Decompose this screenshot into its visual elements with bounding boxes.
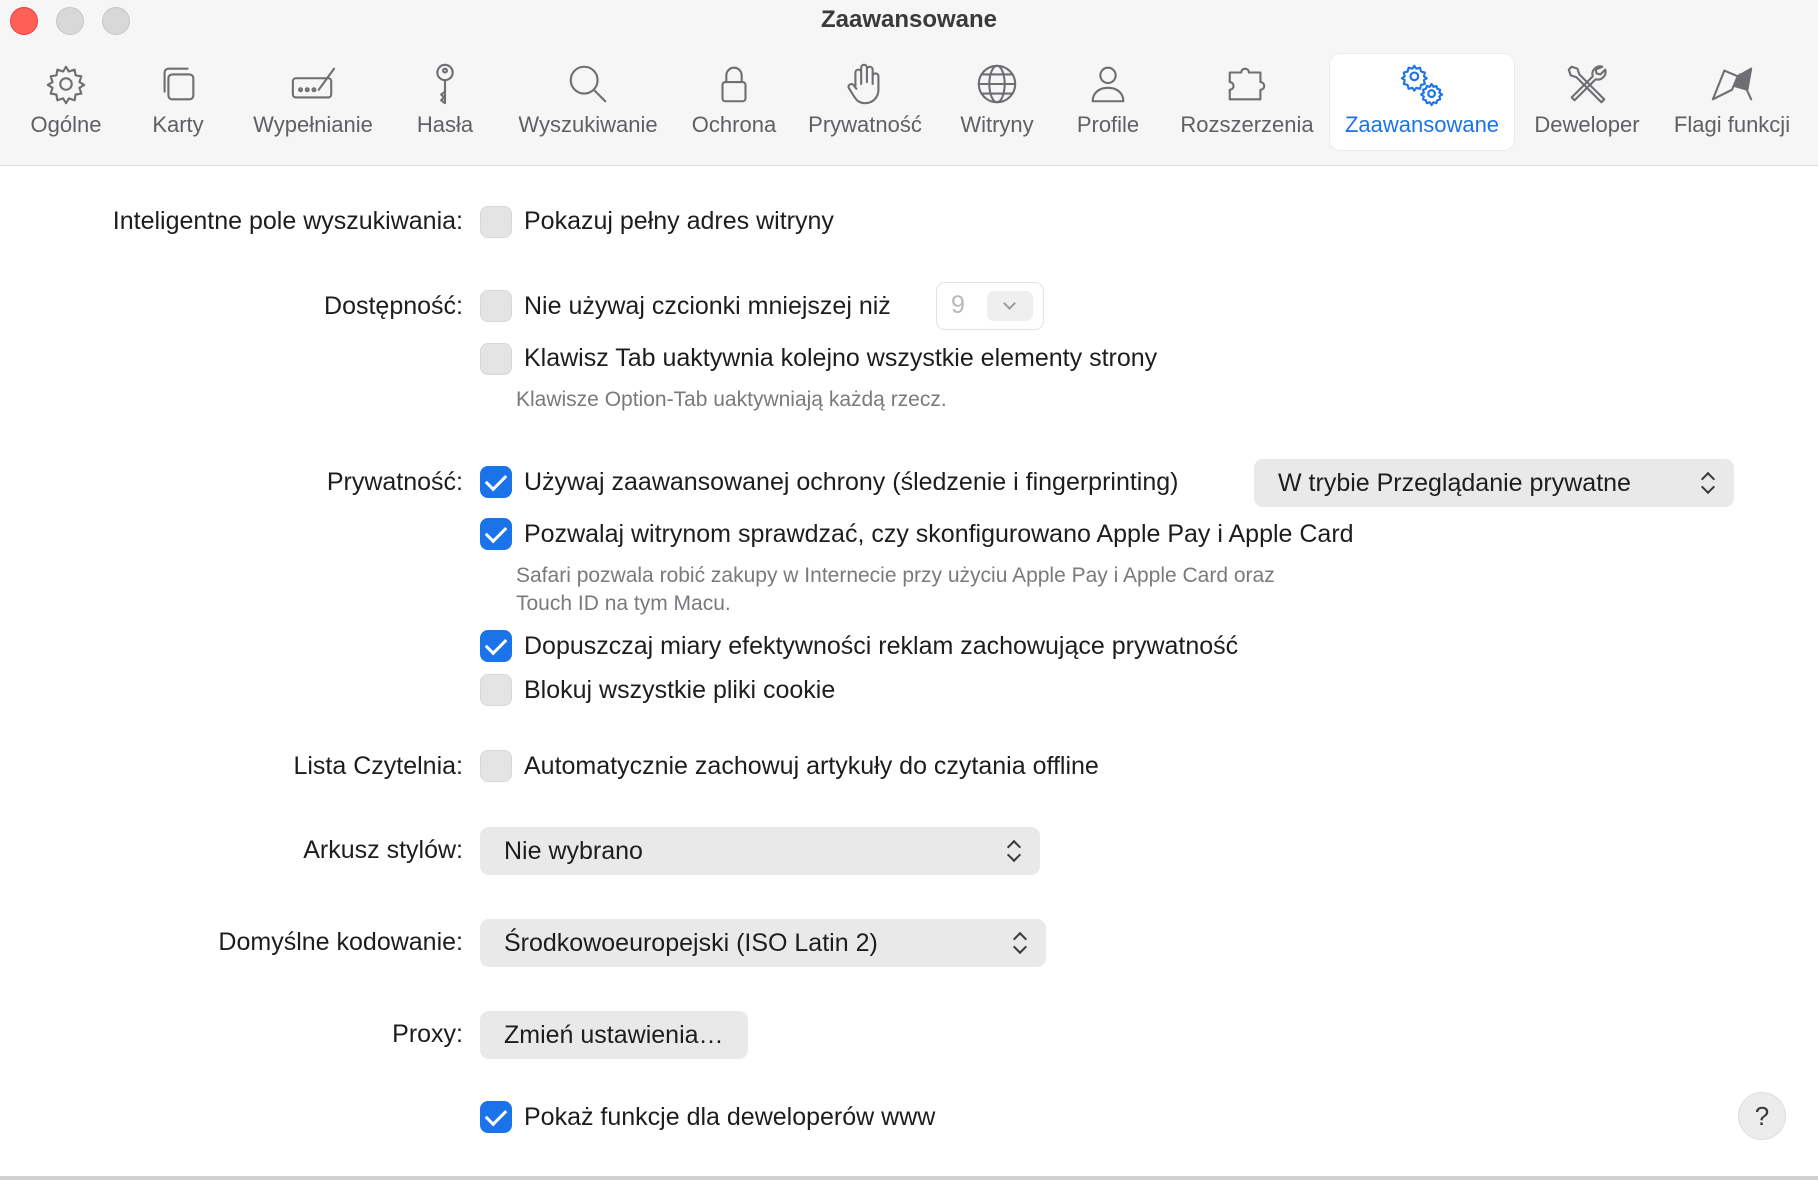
lock-icon bbox=[710, 60, 758, 108]
privacy-label: Prywatność: bbox=[326, 468, 463, 496]
tab-label: Ogólne bbox=[30, 112, 102, 137]
tab-key-hint: Klawisze Option-Tab uaktywniają każdą rz… bbox=[516, 388, 947, 411]
apple-pay-checkbox[interactable] bbox=[480, 518, 512, 550]
encoding-popup[interactable]: Środkowoeuropejski (ISO Latin 2) bbox=[480, 919, 1046, 967]
protection-mode-popup[interactable]: W trybie Przeglądanie prywatne bbox=[1254, 459, 1734, 507]
tab-label: Wypełnianie bbox=[253, 112, 373, 137]
show-full-address-text: Pokazuj pełny adres witryny bbox=[524, 207, 834, 235]
ad-measurement-checkbox[interactable] bbox=[480, 630, 512, 662]
tab-extensions[interactable]: Rozszerzenia bbox=[1168, 54, 1326, 150]
autofill-pencil-icon bbox=[289, 60, 337, 108]
tab-label: Wyszukiwanie bbox=[518, 112, 658, 137]
tab-passwords[interactable]: Hasła bbox=[400, 54, 490, 150]
block-cookies-checkbox[interactable] bbox=[480, 674, 512, 706]
window-title: Zaawansowane bbox=[820, 6, 998, 33]
advanced-protection-text: Używaj zaawansowanej ochrony (śledzenie … bbox=[524, 468, 1179, 496]
tab-label: Zaawansowane bbox=[1344, 112, 1500, 137]
encoding-label: Domyślne kodowanie: bbox=[218, 928, 463, 956]
key-icon bbox=[421, 60, 469, 108]
flags-icon bbox=[1708, 60, 1756, 108]
help-button[interactable]: ? bbox=[1738, 1092, 1786, 1140]
globe-icon bbox=[973, 60, 1021, 108]
block-cookies-text: Blokuj wszystkie pliki cookie bbox=[524, 676, 836, 704]
tab-key-text: Klawisz Tab uaktywnia kolejno wszystkie … bbox=[524, 344, 1158, 372]
min-font-text: Nie używaj czcionki mniejszej niż bbox=[524, 292, 891, 320]
ad-measurement-text: Dopuszczaj miary efektywności reklam zac… bbox=[524, 632, 1239, 660]
smart-search-label: Inteligentne pole wyszukiwania: bbox=[112, 207, 463, 235]
updown-arrows-icon bbox=[1012, 929, 1028, 957]
show-full-address-checkbox[interactable] bbox=[480, 206, 512, 238]
tab-profiles[interactable]: Profile bbox=[1060, 54, 1156, 150]
proxy-label: Proxy: bbox=[392, 1020, 463, 1048]
updown-arrows-icon bbox=[1006, 837, 1022, 865]
tab-search[interactable]: Wyszukiwanie bbox=[506, 54, 670, 150]
save-offline-text: Automatycznie zachowuj artykuły do czyta… bbox=[524, 752, 1099, 780]
change-proxy-settings-button[interactable]: Zmień ustawienia… bbox=[480, 1011, 748, 1059]
tab-advanced[interactable]: Zaawansowane bbox=[1330, 54, 1514, 150]
preferences-toolbar: Ogólne Karty Wypełnianie Hasła Wyszukiwa… bbox=[0, 54, 1818, 154]
tab-label: Karty bbox=[152, 112, 204, 137]
chevron-down-icon bbox=[987, 291, 1033, 321]
puzzle-icon bbox=[1223, 60, 1271, 108]
apple-pay-text: Pozwalaj witrynom sprawdzać, czy skonfig… bbox=[524, 520, 1354, 548]
tab-autofill[interactable]: Wypełnianie bbox=[240, 54, 386, 150]
magnifier-icon bbox=[564, 60, 612, 108]
tab-label: Ochrona bbox=[691, 112, 777, 137]
min-font-size-select[interactable]: 9 bbox=[936, 282, 1044, 330]
advanced-protection-checkbox[interactable] bbox=[480, 466, 512, 498]
tabs-icon bbox=[154, 60, 202, 108]
tab-label: Witryny bbox=[960, 112, 1034, 137]
tools-icon bbox=[1563, 60, 1611, 108]
protection-mode-value: W trybie Przeglądanie prywatne bbox=[1278, 468, 1631, 497]
stylesheet-label: Arkusz stylów: bbox=[303, 836, 463, 864]
hand-icon bbox=[841, 60, 889, 108]
apple-pay-hint-line2: Touch ID na tym Macu. bbox=[516, 592, 731, 615]
min-font-checkbox[interactable] bbox=[480, 290, 512, 322]
tab-label: Flagi funkcji bbox=[1673, 112, 1791, 137]
window-titlebar: Zaawansowane Ogólne Karty Wypełnianie Ha… bbox=[0, 0, 1818, 166]
tab-tabs[interactable]: Karty bbox=[130, 54, 226, 150]
tab-label: Prywatność bbox=[808, 112, 922, 137]
tab-developer[interactable]: Deweloper bbox=[1522, 54, 1652, 150]
show-developer-features-text: Pokaż funkcje dla deweloperów www bbox=[524, 1103, 936, 1131]
tab-key-checkbox[interactable] bbox=[480, 343, 512, 375]
tab-label: Hasła bbox=[416, 112, 474, 137]
tab-label: Rozszerzenia bbox=[1180, 112, 1314, 137]
stylesheet-value: Nie wybrano bbox=[504, 836, 643, 865]
gear-icon bbox=[42, 60, 90, 108]
tab-security[interactable]: Ochrona bbox=[680, 54, 788, 150]
accessibility-label: Dostępność: bbox=[324, 292, 463, 320]
window-bottom-edge bbox=[0, 1176, 1818, 1180]
tab-label: Profile bbox=[1076, 112, 1140, 137]
min-font-size-value: 9 bbox=[951, 291, 965, 319]
show-developer-features-checkbox[interactable] bbox=[480, 1101, 512, 1133]
apple-pay-hint-line1: Safari pozwala robić zakupy w Internecie… bbox=[516, 564, 1275, 587]
encoding-value: Środkowoeuropejski (ISO Latin 2) bbox=[504, 928, 878, 957]
person-icon bbox=[1084, 60, 1132, 108]
stylesheet-popup[interactable]: Nie wybrano bbox=[480, 827, 1040, 875]
tab-general[interactable]: Ogólne bbox=[16, 54, 116, 150]
tab-websites[interactable]: Witryny bbox=[944, 54, 1050, 150]
gears-icon bbox=[1398, 60, 1446, 108]
tab-feature-flags[interactable]: Flagi funkcji bbox=[1662, 54, 1802, 150]
reading-list-label: Lista Czytelnia: bbox=[293, 752, 463, 780]
updown-arrows-icon bbox=[1700, 469, 1716, 497]
save-offline-checkbox[interactable] bbox=[480, 750, 512, 782]
tab-privacy[interactable]: Prywatność bbox=[798, 54, 932, 150]
tab-label: Deweloper bbox=[1534, 112, 1640, 137]
